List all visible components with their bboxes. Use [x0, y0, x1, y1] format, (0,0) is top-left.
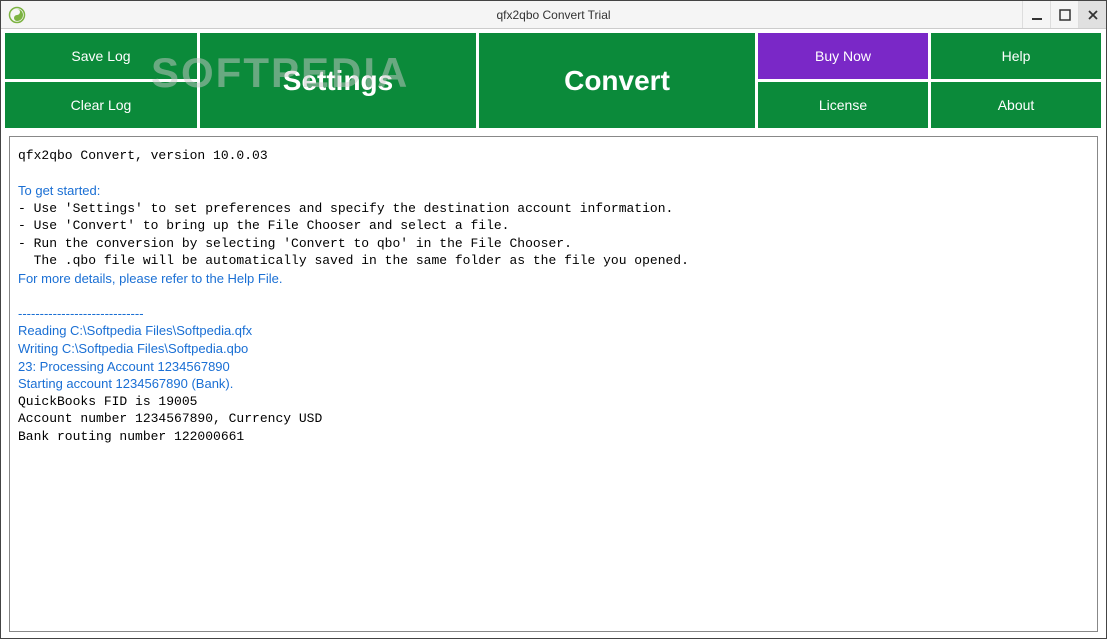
log-line: - Use 'Settings' to set preferences and …: [18, 200, 1089, 218]
toolbar: Save Log Clear Log Settings Convert Buy …: [1, 29, 1106, 132]
log-line: -----------------------------: [18, 305, 1089, 323]
settings-button[interactable]: Settings: [200, 33, 476, 128]
app-icon: [7, 5, 27, 25]
convert-button[interactable]: Convert: [479, 33, 755, 128]
log-line: qfx2qbo Convert, version 10.0.03: [18, 147, 1089, 165]
log-line: Writing C:\Softpedia Files\Softpedia.qbo: [18, 340, 1089, 358]
log-line: For more details, please refer to the He…: [18, 270, 1089, 288]
log-line: Account number 1234567890, Currency USD: [18, 410, 1089, 428]
titlebar: qfx2qbo Convert Trial: [1, 1, 1106, 29]
close-button[interactable]: [1078, 1, 1106, 28]
save-log-button[interactable]: Save Log: [5, 33, 197, 79]
window-title: qfx2qbo Convert Trial: [496, 8, 610, 22]
log-line: - Use 'Convert' to bring up the File Cho…: [18, 217, 1089, 235]
license-button[interactable]: License: [758, 82, 928, 128]
maximize-button[interactable]: [1050, 1, 1078, 28]
minimize-button[interactable]: [1022, 1, 1050, 28]
log-line: Bank routing number 122000661: [18, 428, 1089, 446]
window-controls: [1022, 1, 1106, 28]
help-button[interactable]: Help: [931, 33, 1101, 79]
log-area[interactable]: qfx2qbo Convert, version 10.0.03 To get …: [9, 136, 1098, 632]
log-line: The .qbo file will be automatically save…: [18, 252, 1089, 270]
log-line: - Run the conversion by selecting 'Conve…: [18, 235, 1089, 253]
log-line: QuickBooks FID is 19005: [18, 393, 1089, 411]
log-line: To get started:: [18, 182, 1089, 200]
log-line: 23: Processing Account 1234567890: [18, 358, 1089, 376]
about-button[interactable]: About: [931, 82, 1101, 128]
log-line: Starting account 1234567890 (Bank).: [18, 375, 1089, 393]
buy-now-button[interactable]: Buy Now: [758, 33, 928, 79]
clear-log-button[interactable]: Clear Log: [5, 82, 197, 128]
log-line: Reading C:\Softpedia Files\Softpedia.qfx: [18, 322, 1089, 340]
